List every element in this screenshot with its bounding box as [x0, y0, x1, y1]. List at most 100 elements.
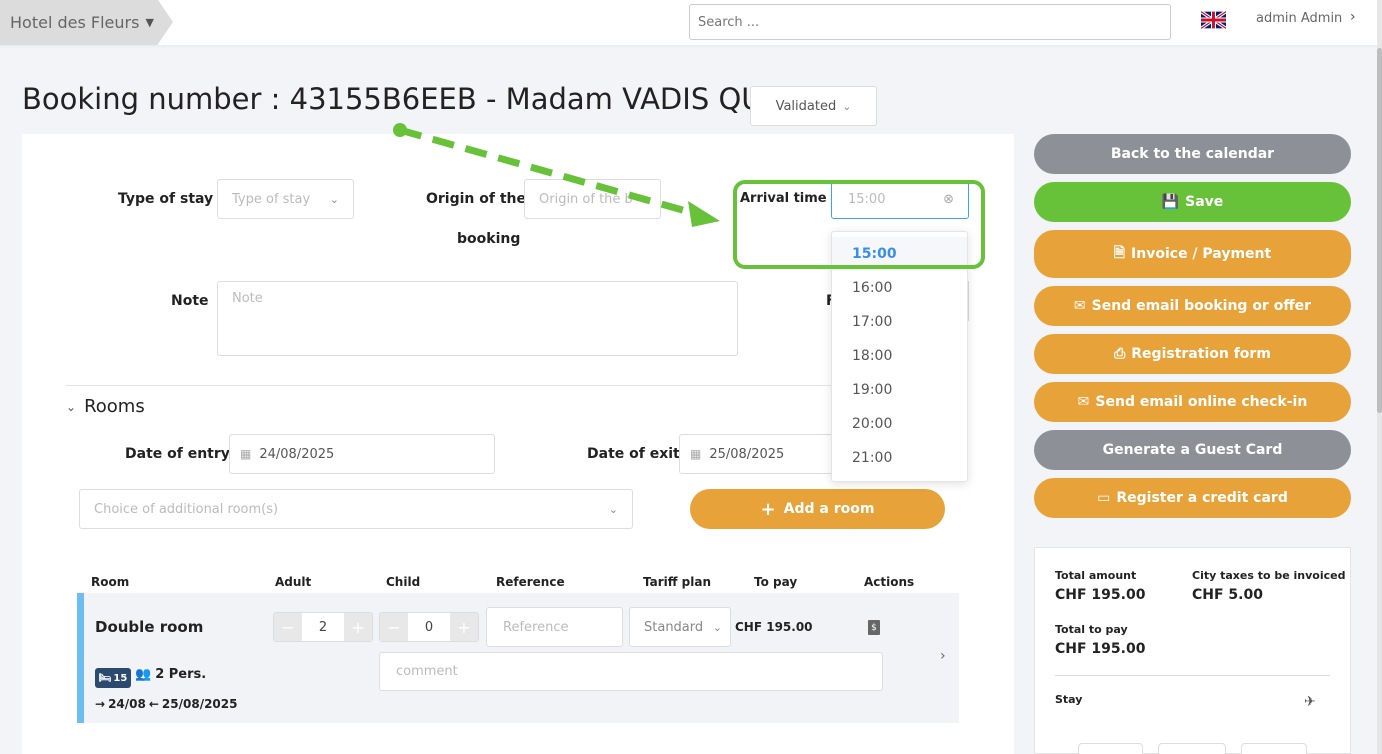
minus-button[interactable]: −: [274, 613, 302, 641]
adult-value[interactable]: 2: [302, 613, 344, 641]
save-label: Save: [1185, 194, 1224, 210]
chevron-down-icon: ⌄: [329, 192, 339, 206]
credit-card-label: Register a credit card: [1116, 490, 1288, 506]
date-entry-label: Date of entry: [125, 446, 230, 462]
comment-input[interactable]: comment: [379, 652, 883, 691]
arrow-right-icon: →: [95, 697, 106, 711]
city-tax-value: CHF 5.00: [1192, 587, 1263, 603]
file-icon: 🗎: [1113, 245, 1126, 261]
stay-start: 24/08: [108, 697, 146, 711]
save-button[interactable]: 💾 Save: [1034, 182, 1351, 222]
search-input[interactable]: [689, 4, 1171, 40]
back-label: Back to the calendar: [1110, 146, 1275, 162]
calendar-icon: ▦: [690, 447, 702, 461]
hotel-selector[interactable]: Hotel des Fleurs ▼: [0, 0, 158, 45]
header-adult: Adult: [275, 575, 312, 589]
caret-down-icon: ▼: [145, 16, 154, 29]
chevron-down-icon: ⌄: [608, 502, 618, 516]
register-credit-card-button[interactable]: ▭ Register a credit card: [1034, 478, 1351, 518]
minus-button[interactable]: −: [380, 613, 408, 641]
back-to-calendar-button[interactable]: Back to the calendar: [1034, 134, 1351, 174]
annotation-arrow: [393, 123, 720, 227]
time-option[interactable]: 19:00: [832, 373, 967, 407]
send-email-checkin-button[interactable]: ✉ Send email online check-in: [1034, 382, 1351, 422]
total-pay-label: Total to pay: [1055, 623, 1128, 636]
stay-box: [1241, 743, 1307, 754]
registration-form-button[interactable]: ⎙ Registration form: [1034, 334, 1351, 374]
date-exit-value: 25/08/2025: [709, 446, 785, 462]
child-value[interactable]: 0: [408, 613, 450, 641]
stay-end: 25/08/2025: [161, 697, 238, 711]
plane-landing-icon: ✈: [1304, 694, 1316, 710]
stay-box: [1158, 743, 1226, 754]
type-of-stay-select[interactable]: Type of stay ⌄: [217, 179, 354, 219]
date-exit-label: Date of exit: [587, 446, 680, 462]
invoice-icon[interactable]: $: [868, 620, 880, 635]
note-label: Note: [171, 293, 209, 309]
stay-label: Stay: [1055, 693, 1083, 706]
status-dropdown[interactable]: Validated ⌄: [750, 86, 877, 126]
room-name: Double room: [95, 618, 204, 636]
child-stepper[interactable]: − 0 +: [379, 612, 479, 642]
summary-divider: [1055, 675, 1330, 676]
generate-guest-card-button[interactable]: Generate a Guest Card: [1034, 430, 1351, 470]
save-icon: 💾: [1161, 194, 1180, 210]
stay-dates: → 24/08 ← 25/08/2025: [95, 697, 237, 711]
chevron-right-icon[interactable]: ›: [1350, 9, 1356, 25]
type-of-stay-label: Type of stay: [118, 191, 214, 207]
invoice-label: Invoice / Payment: [1131, 246, 1272, 262]
additional-rooms-select[interactable]: Choice of additional room(s) ⌄: [79, 489, 633, 529]
credit-card-icon: ▭: [1097, 490, 1111, 506]
plus-button[interactable]: +: [344, 613, 372, 641]
chevron-right-icon[interactable]: ›: [940, 648, 946, 664]
status-label: Validated: [775, 98, 837, 114]
note-textarea[interactable]: Note: [217, 281, 738, 356]
header-to-pay: To pay: [754, 575, 798, 589]
persons-icon: 👥: [135, 667, 152, 682]
adult-stepper[interactable]: − 2 +: [273, 612, 373, 642]
note-placeholder: Note: [232, 291, 263, 306]
header-room: Room: [91, 575, 130, 589]
date-entry-input[interactable]: ▦ 24/08/2025: [229, 434, 495, 474]
date-entry-value: 24/08/2025: [259, 446, 335, 462]
time-option[interactable]: 16:00: [832, 271, 967, 305]
print-icon: ⎙: [1114, 346, 1126, 362]
time-option[interactable]: 20:00: [832, 407, 967, 441]
reference-input[interactable]: Reference: [486, 607, 623, 647]
additional-rooms-placeholder: Choice of additional room(s): [94, 501, 279, 517]
tariff-select[interactable]: Standard ⌄: [629, 607, 731, 647]
reference-placeholder: Reference: [503, 619, 569, 635]
send-email-label: Send email booking or offer: [1091, 298, 1312, 314]
uk-flag-icon[interactable]: [1201, 11, 1226, 29]
total-pay-value: CHF 195.00: [1055, 641, 1146, 657]
arrow-left-icon: ←: [148, 697, 159, 711]
stay-box: [1078, 743, 1143, 754]
invoice-payment-button[interactable]: 🗎 Invoice / Payment: [1034, 230, 1351, 278]
time-option[interactable]: 18:00: [832, 339, 967, 373]
envelope-icon: ✉: [1077, 394, 1090, 410]
calendar-icon: ▦: [240, 447, 252, 461]
time-option[interactable]: 17:00: [832, 305, 967, 339]
rooms-section-toggle[interactable]: ⌄ Rooms: [66, 396, 145, 417]
page-title: Booking number : 43155B6EEB - Madam VADI…: [22, 82, 786, 116]
send-email-booking-button[interactable]: ✉ Send email booking or offer: [1034, 286, 1351, 326]
highlight-box: [733, 180, 985, 269]
add-room-button[interactable]: + Add a room: [690, 489, 945, 529]
persons-info: 👥 2 Pers.: [135, 667, 206, 682]
plus-icon: +: [760, 498, 776, 520]
chevron-down-icon: ⌄: [66, 399, 77, 414]
user-name[interactable]: admin Admin: [1256, 11, 1342, 26]
persons-count: 2 Pers.: [155, 667, 207, 682]
header-actions: Actions: [864, 575, 915, 589]
total-amount-label: Total amount: [1055, 569, 1137, 582]
header-tariff: Tariff plan: [643, 575, 712, 589]
bed-icon: 🛏: [98, 672, 112, 684]
room-number: 15: [113, 672, 128, 684]
guest-card-label: Generate a Guest Card: [1102, 442, 1283, 458]
header-child: Child: [386, 575, 421, 589]
time-option[interactable]: 21:00: [832, 441, 967, 475]
date-exit-input[interactable]: ▦ 25/08/2025: [679, 434, 839, 474]
plus-button[interactable]: +: [450, 613, 478, 641]
scrollbar-thumb[interactable]: [1377, 48, 1382, 413]
to-pay-value: CHF 195.00: [735, 620, 813, 634]
